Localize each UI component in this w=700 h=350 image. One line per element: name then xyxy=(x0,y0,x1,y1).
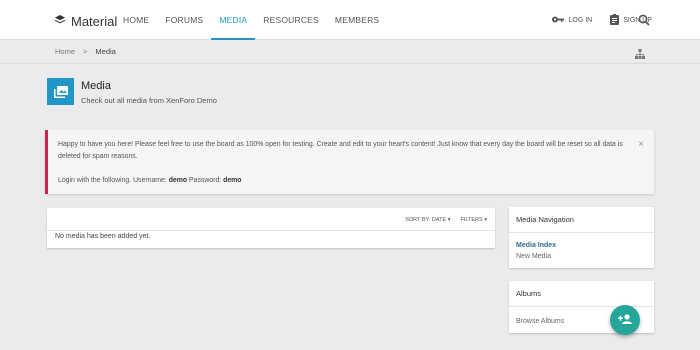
logo-text: Material xyxy=(71,13,118,29)
add-user-icon xyxy=(618,311,632,329)
breadcrumb-separator: > xyxy=(83,47,88,56)
breadcrumb: Home > Media xyxy=(55,47,116,56)
close-icon[interactable]: × xyxy=(638,139,644,150)
login-label: LOG IN xyxy=(568,16,593,24)
login-password: demo xyxy=(223,177,242,184)
breadcrumb-home[interactable]: Home xyxy=(55,47,75,56)
nav-forums[interactable]: FORUMS xyxy=(157,0,211,40)
divider xyxy=(47,230,495,231)
image-gallery-icon xyxy=(47,78,74,105)
clipboard-icon xyxy=(610,13,620,27)
filters-label: FILTERS xyxy=(460,217,483,223)
nav-home[interactable]: HOME xyxy=(115,0,157,40)
key-icon xyxy=(552,16,565,25)
media-index-link[interactable]: Media Index xyxy=(516,240,647,251)
page-header: Media Check out all media from XenForo D… xyxy=(47,78,217,105)
empty-message: No media has been added yet. xyxy=(55,233,151,240)
media-navigation-links: Media Index New Media xyxy=(509,233,654,269)
new-media-link[interactable]: New Media xyxy=(516,251,647,262)
top-navigation-bar: Material HOME FORUMS MEDIA RESOURCES MEM… xyxy=(0,0,700,40)
page-title: Media xyxy=(81,80,111,92)
albums-title: Albums xyxy=(509,281,654,307)
sort-label: SORT BY: DATE xyxy=(405,217,447,223)
site-logo[interactable]: Material xyxy=(55,12,117,30)
media-navigation-block: Media Navigation Media Index New Media xyxy=(509,207,654,268)
sitemap-icon[interactable] xyxy=(635,46,645,64)
notice-text: Happy to have you here! Please feel free… xyxy=(58,141,623,160)
login-username: demo xyxy=(168,177,188,184)
filters-dropdown[interactable]: FILTERS ▾ xyxy=(460,217,487,223)
media-list: SORT BY: DATE ▾ FILTERS ▾ No media has b… xyxy=(47,208,495,248)
add-user-button[interactable] xyxy=(610,305,640,335)
media-toolbar: SORT BY: DATE ▾ FILTERS ▾ xyxy=(405,217,487,223)
notice-banner: Happy to have you here! Please feel free… xyxy=(45,130,654,194)
layers-icon xyxy=(55,12,65,30)
notice-login-line: Login with the following. Username: demo… xyxy=(58,175,644,187)
breadcrumb-current[interactable]: Media xyxy=(95,47,115,56)
nav-resources[interactable]: RESOURCES xyxy=(255,0,327,40)
nav-media[interactable]: MEDIA xyxy=(211,0,256,40)
login-button[interactable]: LOG IN xyxy=(552,16,592,25)
main-nav: HOME FORUMS MEDIA RESOURCES MEMBERS xyxy=(115,0,387,40)
breadcrumb-bar: Home > Media xyxy=(0,40,700,64)
page-description: Check out all media from XenForo Demo xyxy=(81,96,217,105)
sort-dropdown[interactable]: SORT BY: DATE ▾ xyxy=(405,217,450,223)
nav-members[interactable]: MEMBERS xyxy=(327,0,387,40)
password-prefix: Password: xyxy=(189,177,222,184)
search-icon[interactable] xyxy=(638,13,650,31)
media-navigation-title: Media Navigation xyxy=(509,207,654,233)
login-prefix: Login with the following. Username: xyxy=(58,177,167,184)
